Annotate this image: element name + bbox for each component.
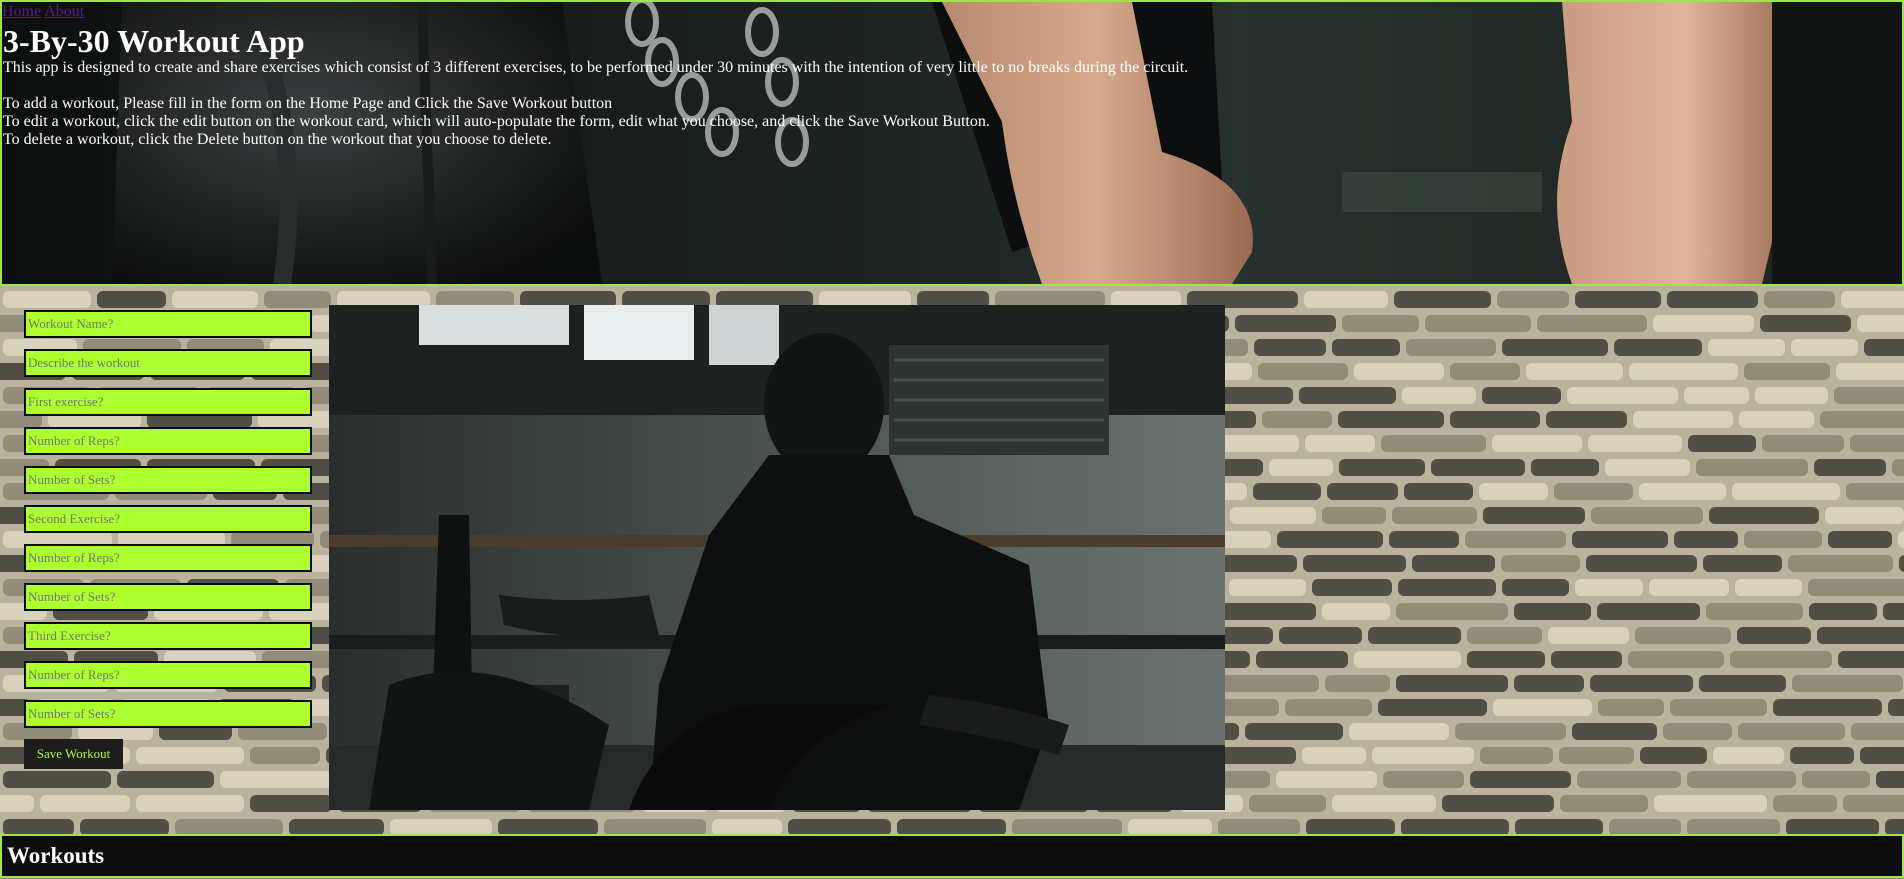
exercise3-sets-input[interactable]	[24, 700, 312, 728]
top-nav: Home About	[2, 3, 84, 21]
exercise3-input[interactable]	[24, 622, 312, 650]
exercise1-reps-input[interactable]	[24, 427, 312, 455]
workout-name-input[interactable]	[24, 310, 312, 338]
save-workout-button[interactable]: Save Workout	[24, 739, 123, 769]
gym-photo	[329, 305, 1225, 810]
gym-photo-image	[329, 305, 1225, 810]
exercise2-sets-input[interactable]	[24, 583, 312, 611]
workouts-heading: Workouts	[7, 843, 105, 868]
exercise1-sets-input[interactable]	[24, 466, 312, 494]
hero-header: Home About 3-By-30 Workout App This app …	[0, 0, 1904, 286]
nav-link-home[interactable]: Home	[2, 3, 41, 20]
exercise1-input[interactable]	[24, 388, 312, 416]
nav-link-about[interactable]: About	[44, 3, 84, 20]
app-description: This app is designed to create and share…	[3, 59, 1189, 76]
instruction-delete: To delete a workout, click the Delete bu…	[3, 131, 552, 148]
exercise2-input[interactable]	[24, 505, 312, 533]
page-title: 3-By-30 Workout App	[3, 23, 305, 59]
exercise2-reps-input[interactable]	[24, 544, 312, 572]
instruction-edit: To edit a workout, click the edit button…	[3, 113, 990, 130]
workout-description-input[interactable]	[24, 349, 312, 377]
workouts-section: Workouts	[0, 834, 1904, 878]
exercise3-reps-input[interactable]	[24, 661, 312, 689]
intro-text: This app is designed to create and share…	[3, 59, 1893, 149]
main-section: Save Workout	[0, 286, 1904, 834]
workout-form: Save Workout	[24, 310, 312, 769]
instruction-add: To add a workout, Please fill in the for…	[3, 95, 613, 112]
